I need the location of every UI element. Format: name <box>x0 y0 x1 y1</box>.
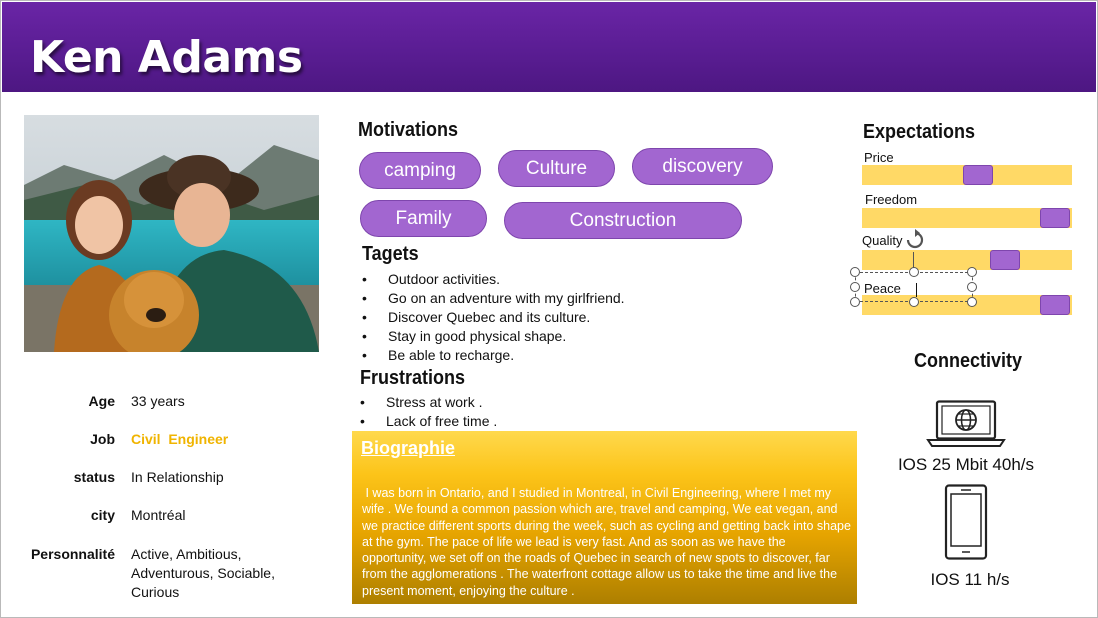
expectations-title: Expectations <box>863 121 976 143</box>
persona-photo <box>24 115 319 352</box>
expectation-track-quality <box>862 250 1072 270</box>
motivation-pill-camping: camping <box>359 152 481 189</box>
resize-handle[interactable] <box>909 297 919 307</box>
laptop-connectivity-text: IOS 25 Mbit 40h/s <box>897 455 1035 474</box>
motivation-pill-construction: Construction <box>504 202 742 239</box>
rotate-handle-stem <box>913 252 914 268</box>
smartphone-icon <box>944 484 988 560</box>
targets-list: Outdoor activities. Go on an adventure w… <box>360 270 625 365</box>
info-label-age: Age <box>88 393 115 409</box>
expectation-slider-freedom[interactable] <box>1040 208 1070 228</box>
info-value-job: Civil Engineer <box>131 431 229 447</box>
persona-name: Ken Adams <box>30 32 303 83</box>
phone-connectivity-text: IOS 11 h/s <box>930 570 1010 589</box>
info-value-city: Montréal <box>131 507 186 523</box>
frustrations-title: Frustrations <box>360 367 466 389</box>
info-value-personality: Active, Ambitious, Adventurous, Sociable… <box>131 546 275 600</box>
expectation-slider-peace[interactable] <box>1040 295 1070 315</box>
text-cursor <box>916 283 917 297</box>
info-value-age: 33 years <box>131 393 185 409</box>
list-item: Lack of free time . <box>358 412 497 431</box>
connectivity-title: Connectivity <box>914 350 1023 372</box>
info-value-status: In Relationship <box>131 469 224 485</box>
rotate-handle-icon[interactable] <box>902 229 928 251</box>
resize-handle[interactable] <box>909 267 919 277</box>
list-item: Outdoor activities. <box>360 270 625 289</box>
info-label-status: status <box>73 469 115 485</box>
expectation-label-quality: Quality <box>862 233 903 248</box>
list-item: Stay in good physical shape. <box>360 327 625 346</box>
motivation-pill-discovery: discovery <box>632 148 773 185</box>
expectation-slider-price[interactable] <box>963 165 993 185</box>
expectation-track-price <box>862 165 1072 185</box>
motivations-title: Motivations <box>358 119 459 141</box>
list-item: Discover Quebec and its culture. <box>360 308 625 327</box>
resize-handle[interactable] <box>967 267 977 277</box>
biography-box: Biographie I was born in Ontario, and I … <box>352 431 857 604</box>
expectation-label-freedom: Freedom <box>865 192 918 207</box>
info-label-job: Job <box>90 431 115 447</box>
biography-text: I was born in Ontario, and I studied in … <box>362 486 855 598</box>
resize-handle[interactable] <box>850 282 860 292</box>
resize-handle[interactable] <box>967 282 977 292</box>
expectation-label-price: Price <box>864 150 894 165</box>
photo-illustration <box>24 115 319 352</box>
targets-title: Tagets <box>362 243 419 265</box>
laptop-globe-icon <box>926 400 1006 447</box>
header-banner: Ken Adams <box>2 2 1096 92</box>
info-label-city: city <box>90 507 115 523</box>
biography-title: Biographie <box>361 438 456 458</box>
expectation-track-freedom <box>862 208 1072 228</box>
motivation-pill-culture: Culture <box>498 150 615 187</box>
info-label-personality: Personnalité <box>30 546 115 562</box>
expectation-slider-quality[interactable] <box>990 250 1020 270</box>
resize-handle[interactable] <box>850 267 860 277</box>
motivation-pill-family: Family <box>360 200 487 237</box>
resize-handle[interactable] <box>850 297 860 307</box>
frustrations-list: Stress at work . Lack of free time . <box>358 393 497 431</box>
list-item: Go on an adventure with my girlfriend. <box>360 289 625 308</box>
resize-handle[interactable] <box>967 297 977 307</box>
list-item: Stress at work . <box>358 393 497 412</box>
list-item: Be able to recharge. <box>360 346 625 365</box>
